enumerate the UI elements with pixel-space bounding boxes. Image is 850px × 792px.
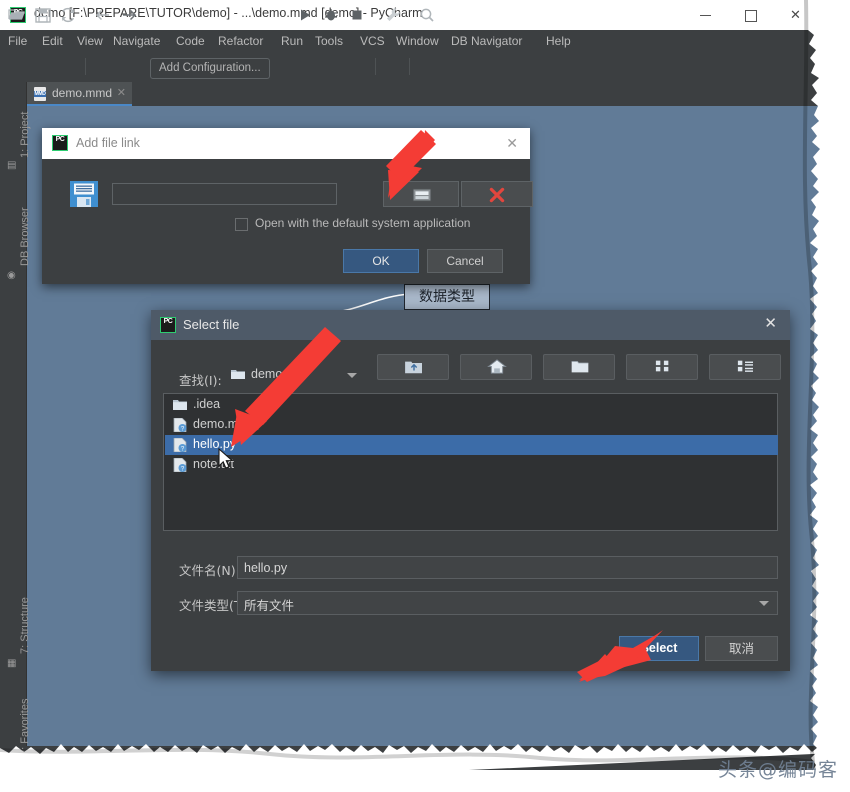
file-name-input[interactable] bbox=[237, 556, 778, 579]
bottom-item-terminal[interactable]: E… bbox=[156, 751, 175, 763]
details-view-icon bbox=[737, 360, 753, 372]
star-icon: ★ bbox=[7, 760, 16, 770]
open-with-default-checkbox[interactable] bbox=[235, 218, 248, 231]
pycharm-logo-text: PC bbox=[163, 318, 173, 325]
stop-icon[interactable] bbox=[348, 6, 366, 24]
home-button[interactable] bbox=[460, 354, 532, 380]
menu-file[interactable]: File bbox=[8, 34, 27, 48]
main-toolbar bbox=[0, 52, 822, 83]
ok-button[interactable]: OK bbox=[343, 249, 419, 273]
unknown-file-icon: ? bbox=[173, 458, 187, 472]
annotation-arrow-browse bbox=[386, 130, 436, 200]
left-tool-window-bar: ▤ 1: Project ◉ DB Browser ▦ 7: Structure… bbox=[0, 82, 31, 770]
menu-navigate[interactable]: Navigate bbox=[113, 34, 160, 48]
close-button[interactable]: ✕ bbox=[773, 0, 818, 30]
tab-label: demo.mmd bbox=[52, 86, 113, 100]
menu-view[interactable]: View bbox=[77, 34, 103, 48]
unknown-file-icon: ? bbox=[173, 438, 187, 452]
add-configuration-button[interactable]: Add Configuration... bbox=[150, 58, 270, 79]
floppy-disk-icon bbox=[70, 181, 98, 207]
minimize-button[interactable] bbox=[683, 0, 728, 30]
menu-help[interactable]: Help bbox=[546, 34, 571, 48]
back-arrow-icon[interactable] bbox=[94, 6, 112, 24]
menu-code[interactable]: Code bbox=[176, 34, 205, 48]
sidebar-item-project[interactable]: ▤ 1: Project bbox=[0, 100, 31, 176]
bottom-tool-window-bar: E… …tion bbox=[26, 746, 822, 770]
new-folder-icon bbox=[571, 361, 589, 373]
up-one-level-button[interactable] bbox=[377, 354, 449, 380]
list-item[interactable]: ? note.txt bbox=[165, 455, 778, 475]
tab-demo-mmd[interactable]: MMD demo.mmd ✕ bbox=[26, 82, 132, 106]
file-type-combobox[interactable]: 所有文件 bbox=[237, 591, 778, 615]
details-view-button[interactable] bbox=[709, 354, 781, 380]
menu-bar: File Edit View Navigate Code Refactor Ru… bbox=[0, 30, 822, 52]
sidebar-item-structure-label: 7: Structure bbox=[19, 597, 31, 654]
folder-icon bbox=[173, 400, 187, 410]
chevron-down-icon[interactable] bbox=[347, 373, 357, 378]
sidebar-item-db-browser-label: DB Browser bbox=[19, 207, 31, 266]
pycharm-logo-icon: PC bbox=[52, 135, 68, 151]
new-folder-button[interactable] bbox=[543, 354, 615, 380]
search-icon[interactable] bbox=[418, 6, 436, 24]
add-file-link-dialog: PC Add file link ✕ Open with the default… bbox=[42, 128, 533, 284]
home-icon bbox=[487, 359, 507, 374]
sidebar-item-favorites[interactable]: ★ 2: Favorites bbox=[0, 682, 31, 770]
menu-db-navigator[interactable]: DB Navigator bbox=[451, 34, 522, 48]
menu-refactor[interactable]: Refactor bbox=[218, 34, 263, 48]
red-x-icon bbox=[489, 187, 505, 203]
annotation-arrow-select-button bbox=[577, 630, 663, 682]
add-file-link-title: Add file link bbox=[76, 136, 140, 150]
save-icon[interactable] bbox=[34, 6, 52, 24]
forward-arrow-icon[interactable] bbox=[120, 6, 138, 24]
watermark-text: 头条@编码客 bbox=[717, 759, 838, 781]
open-with-default-label: Open with the default system application bbox=[255, 216, 471, 230]
add-file-link-title-bar: PC Add file link ✕ bbox=[42, 128, 530, 159]
list-view-icon bbox=[655, 360, 669, 372]
unknown-file-icon: ? bbox=[173, 418, 187, 432]
bottom-item-run[interactable]: …tion bbox=[206, 751, 236, 763]
sidebar-item-structure[interactable]: ▦ 7: Structure bbox=[0, 580, 31, 672]
menu-window[interactable]: Window bbox=[396, 34, 439, 48]
menu-run[interactable]: Run bbox=[281, 34, 303, 48]
debug-icon[interactable] bbox=[322, 6, 340, 24]
mmd-badge-text: MMD bbox=[34, 91, 46, 97]
maximize-button[interactable] bbox=[728, 0, 773, 30]
menu-vcs[interactable]: VCS bbox=[360, 34, 385, 48]
menu-edit[interactable]: Edit bbox=[42, 34, 63, 48]
clear-button[interactable] bbox=[461, 181, 533, 207]
close-icon[interactable]: ✕ bbox=[764, 316, 777, 332]
structure-icon: ▦ bbox=[7, 658, 17, 669]
sidebar-item-project-label: 1: Project bbox=[19, 111, 31, 158]
mmd-file-icon: MMD bbox=[34, 87, 46, 101]
cancel-button[interactable]: 取消 bbox=[705, 636, 778, 661]
add-file-link-body: Open with the default system application… bbox=[42, 159, 533, 284]
pycharm-logo-icon: PC bbox=[160, 317, 176, 333]
chevron-down-icon[interactable] bbox=[759, 601, 769, 606]
up-one-level-icon bbox=[405, 361, 422, 374]
sidebar-item-db-browser[interactable]: ◉ DB Browser bbox=[0, 192, 31, 284]
file-type-value: 所有文件 bbox=[244, 598, 295, 613]
pycharm-logo-text: PC bbox=[55, 136, 65, 143]
menu-tools[interactable]: Tools bbox=[315, 34, 343, 48]
annotation-arrow-hello-py bbox=[231, 327, 341, 447]
cancel-button[interactable]: Cancel bbox=[427, 249, 503, 273]
open-folder-icon[interactable] bbox=[8, 6, 26, 24]
editor-tab-strip: MMD demo.mmd ✕ bbox=[26, 82, 822, 106]
callout-label: 数据类型 bbox=[404, 284, 490, 310]
run-icon[interactable] bbox=[296, 6, 314, 24]
database-icon: ◉ bbox=[7, 270, 16, 281]
wrench-icon[interactable] bbox=[384, 6, 402, 24]
close-icon[interactable]: ✕ bbox=[506, 135, 518, 152]
list-view-button[interactable] bbox=[626, 354, 698, 380]
file-name-label: 文件名(N): bbox=[179, 563, 240, 578]
pycharm-main-window: PC demo [F:\PREPARE\TUTOR\demo] - ...\de… bbox=[0, 0, 822, 770]
file-path-input[interactable] bbox=[112, 183, 337, 205]
tab-close-icon[interactable]: ✕ bbox=[117, 86, 126, 99]
sync-icon[interactable] bbox=[59, 6, 77, 24]
project-icon: ▤ bbox=[7, 160, 17, 171]
